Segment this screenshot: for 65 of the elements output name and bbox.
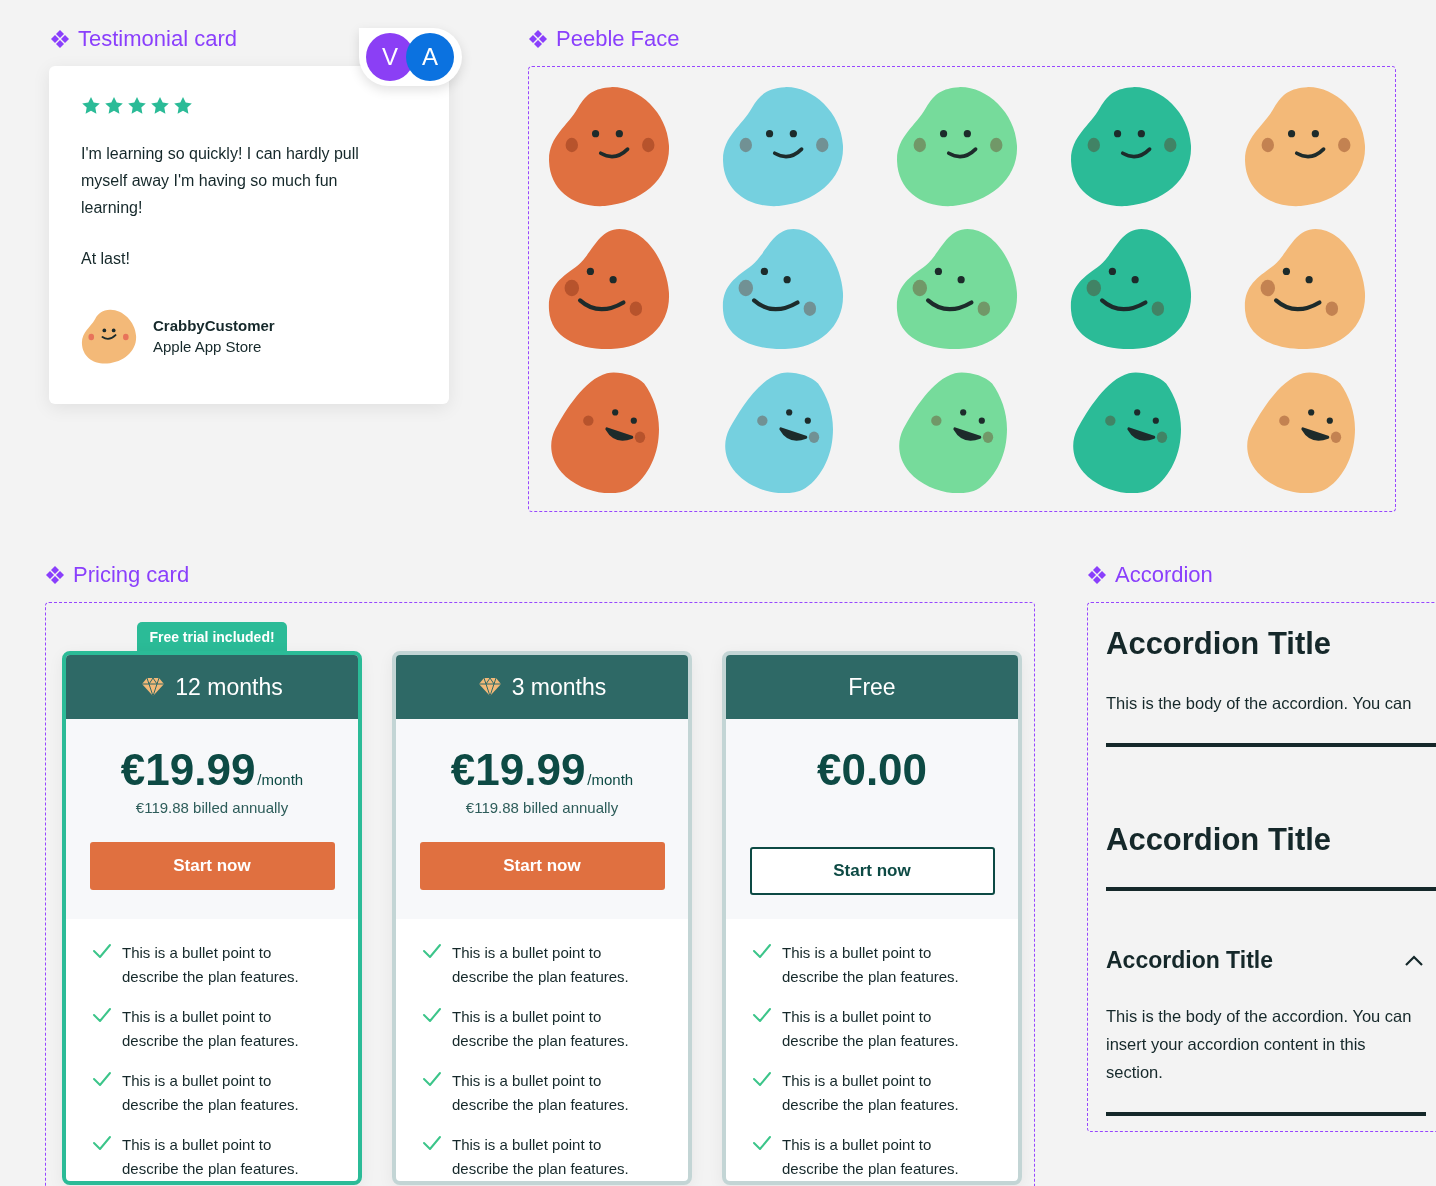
plan-title: 3 months — [511, 673, 607, 701]
component-icon — [45, 565, 65, 585]
check-icon — [752, 1135, 772, 1151]
feature-text: This is a bullet point to describe the plan features. — [782, 1071, 960, 1115]
check-icon — [422, 1071, 442, 1087]
author-name: CrabbyCustomer — [153, 317, 275, 334]
pricing-card[interactable] — [392, 651, 692, 1185]
feature-text: This is a bullet point to describe the plan features. — [782, 1135, 960, 1179]
diamond-icon — [477, 677, 502, 697]
component-icon — [1087, 565, 1107, 585]
plan-price: €19.99 — [120, 745, 256, 795]
star-icon — [104, 96, 124, 116]
billing-note: €119.88 billed annually — [465, 799, 619, 816]
check-icon — [752, 1007, 772, 1023]
section-heading: Peeble Face — [528, 26, 1396, 52]
price-period: /month — [587, 771, 634, 788]
component-icon — [50, 29, 70, 49]
billing-note: €119.88 billed annually — [135, 799, 289, 816]
feature-text: This is a bullet point to describe the plan features. — [452, 1135, 630, 1179]
accordion-title[interactable]: Accordion Title — [1106, 822, 1332, 858]
section-heading: Accordion — [1087, 562, 1436, 588]
check-icon — [92, 1007, 112, 1023]
check-icon — [422, 1007, 442, 1023]
check-icon — [752, 1071, 772, 1087]
plan-badge: Free trial included! — [137, 622, 287, 651]
feature-text: This is a bullet point to describe the plan features. — [122, 1007, 300, 1051]
check-icon — [752, 943, 772, 959]
feature-text: This is a bullet point to describe the plan features. — [782, 943, 960, 987]
accordion-body: This is the body of the accordion. You can — [1106, 693, 1413, 714]
check-icon — [92, 943, 112, 959]
avatar[interactable]: A — [406, 33, 454, 81]
diamond-icon — [141, 677, 166, 697]
feature-text: This is a bullet point to describe the plan features. — [452, 1071, 630, 1115]
pricing-card[interactable] — [62, 651, 362, 1185]
component-icon — [528, 29, 548, 49]
check-icon — [92, 1071, 112, 1087]
chevron-icon[interactable] — [1404, 954, 1424, 967]
section-heading: Pricing card — [45, 562, 1035, 588]
check-icon — [92, 1135, 112, 1151]
feature-text: This is a bullet point to describe the plan features. — [122, 1135, 300, 1179]
feature-text: This is a bullet point to describe the plan features. — [122, 943, 300, 987]
feature-text: This is a bullet point to describe the plan features. — [782, 1007, 960, 1051]
feature-text: This is a bullet point to describe the plan features. — [452, 943, 630, 987]
author-source: Apple App Store — [153, 338, 263, 355]
check-icon — [422, 1135, 442, 1151]
accordion-title[interactable]: Accordion Title — [1106, 626, 1332, 662]
star-icon — [127, 96, 147, 116]
quote-text: At last! — [81, 249, 131, 269]
plan-title: Free — [848, 673, 896, 701]
start-button[interactable]: Start now — [749, 847, 995, 895]
pricing-card[interactable] — [722, 651, 1022, 1185]
accordion-title[interactable]: Accordion Title — [1106, 947, 1273, 974]
price-period: /month — [257, 771, 304, 788]
plan-title: 12 months — [175, 673, 283, 701]
plan-price: €19.99 — [450, 745, 586, 795]
star-icon — [150, 96, 170, 116]
blob-avatar-icon — [81, 308, 137, 364]
plan-price: €0.00 — [816, 745, 928, 795]
feature-text: This is a bullet point to describe the plan features. — [122, 1071, 300, 1115]
accordion-body: This is the body of the accordion. You can insert your accordion content in this section. — [1106, 1006, 1413, 1083]
star-icon — [173, 96, 193, 116]
check-icon — [422, 943, 442, 959]
feature-text: This is a bullet point to describe the plan features. — [452, 1007, 630, 1051]
quote-text: I'm learning so quickly! I can hardly pull myself away I'm having so much fun learning! — [81, 144, 360, 218]
star-icon — [81, 96, 101, 116]
